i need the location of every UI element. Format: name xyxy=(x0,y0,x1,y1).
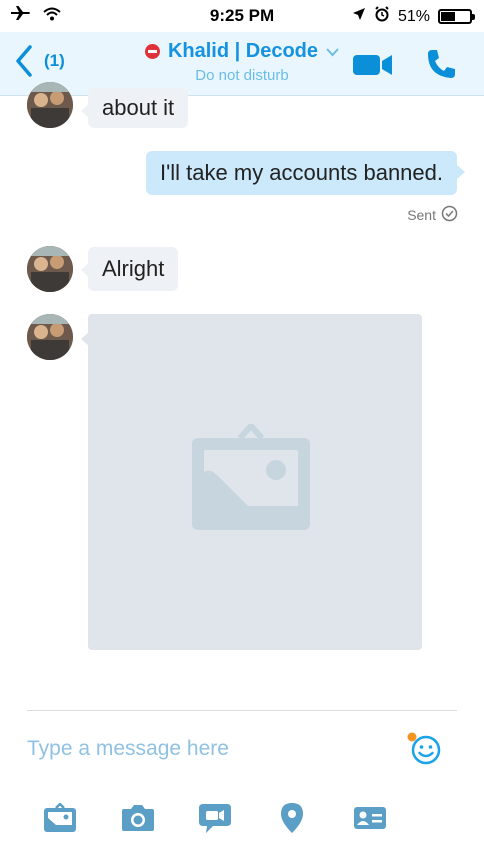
receipt-label: Sent xyxy=(407,207,436,223)
location-arrow-icon xyxy=(352,7,366,26)
delivery-receipt: Sent xyxy=(407,205,458,225)
gallery-button[interactable] xyxy=(38,800,82,836)
battery-percent: 51% xyxy=(397,7,430,25)
chevron-down-icon xyxy=(326,40,339,63)
audio-call-button[interactable] xyxy=(425,48,457,85)
contact-card-icon xyxy=(354,807,386,829)
battery-icon xyxy=(438,9,475,24)
message-input[interactable] xyxy=(27,734,387,764)
video-message-button[interactable] xyxy=(193,800,237,836)
contact-title[interactable]: Khalid | Decode Do not disturb xyxy=(0,40,484,84)
location-icon xyxy=(281,803,303,833)
message-bubble-incoming[interactable]: about it xyxy=(80,88,189,128)
image-placeholder-icon xyxy=(192,424,310,530)
location-button[interactable] xyxy=(270,800,314,836)
status-bar: 9:25 PM 51% xyxy=(0,0,484,32)
emoji-button[interactable] xyxy=(407,732,441,771)
chat-header: (1) Khalid | Decode Do not disturb xyxy=(0,32,484,96)
video-camera-icon xyxy=(353,55,392,75)
do-not-disturb-icon xyxy=(144,44,160,59)
battery-fill xyxy=(441,12,455,21)
avatar[interactable] xyxy=(27,314,73,360)
message-text: Alright xyxy=(102,256,165,281)
message-text: about it xyxy=(102,95,175,120)
contact-name: Khalid | Decode xyxy=(167,40,319,62)
video-message-icon xyxy=(199,804,231,833)
camera-icon xyxy=(122,805,154,831)
phone-icon xyxy=(428,50,455,78)
image-message[interactable] xyxy=(81,314,422,650)
video-call-button[interactable] xyxy=(353,54,393,81)
contact-card-button[interactable] xyxy=(348,800,392,836)
avatar[interactable] xyxy=(27,82,73,128)
check-circle-icon xyxy=(441,205,458,225)
composer-divider xyxy=(27,710,457,711)
message-bubble-incoming[interactable]: Alright xyxy=(80,247,179,291)
status-right: 51% xyxy=(352,6,475,27)
gallery-icon xyxy=(44,803,76,832)
camera-button[interactable] xyxy=(116,800,160,836)
emoji-icon xyxy=(407,732,441,765)
message-bubble-outgoing[interactable]: I'll take my accounts banned. xyxy=(145,151,466,195)
contact-status: Do not disturb xyxy=(195,67,289,84)
message-text: I'll take my accounts banned. xyxy=(159,160,443,185)
alarm-icon xyxy=(374,6,390,27)
composer-toolbar xyxy=(0,800,484,836)
avatar[interactable] xyxy=(27,246,73,292)
